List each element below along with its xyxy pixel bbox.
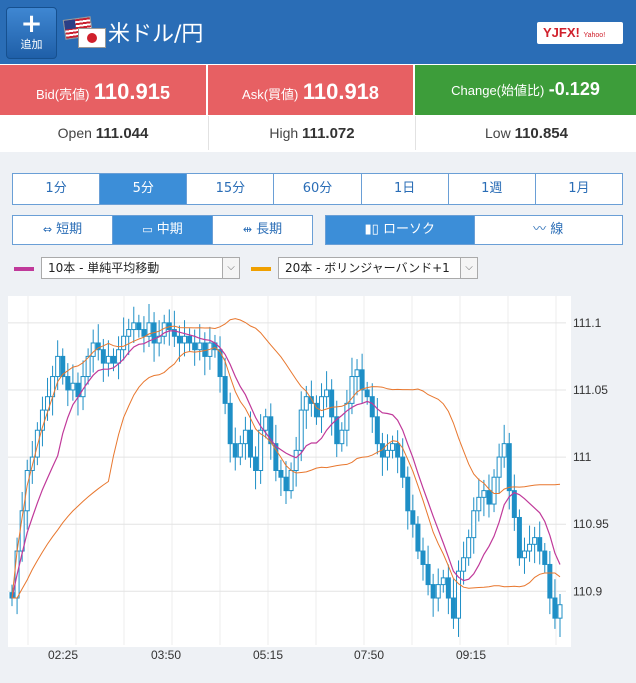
candle-body — [542, 550, 548, 565]
candle-body — [319, 396, 325, 418]
candle-body — [532, 537, 538, 545]
candle-body — [324, 389, 330, 398]
candle-body — [420, 550, 426, 565]
candle-body — [344, 402, 350, 431]
candle-body — [263, 416, 269, 431]
candle-body — [192, 342, 198, 351]
candle-body — [506, 443, 512, 492]
candle-body — [511, 490, 517, 518]
candle-body — [359, 369, 365, 391]
candle-body — [24, 470, 30, 512]
candle-body — [435, 584, 441, 599]
candle-body — [521, 550, 527, 559]
candle-body — [425, 563, 431, 586]
candle-body — [70, 382, 76, 391]
candle-body — [237, 443, 243, 458]
x-tick-label: 03:50 — [151, 648, 181, 662]
y-tick-label: 111.1 — [573, 316, 602, 330]
bollinger-upper-line — [11, 318, 561, 599]
candle-body — [55, 355, 61, 378]
candle-body — [278, 470, 284, 478]
candle-body — [283, 476, 289, 492]
y-tick-label: 111 — [573, 450, 592, 464]
chart-svg: 111.1 111.05 111 110.95 110.9 02:25 03:50 05:15… — [8, 296, 609, 662]
candle-body — [222, 376, 228, 404]
candle-body — [329, 389, 335, 418]
candle-body — [395, 443, 401, 458]
x-tick-label: 07:50 — [354, 648, 384, 662]
candle-body — [298, 409, 304, 451]
x-tick-label: 02:25 — [48, 648, 78, 662]
candle-body — [354, 369, 360, 378]
candle-body — [141, 329, 147, 337]
candle-body — [415, 523, 421, 552]
candle-body — [242, 429, 248, 445]
candle-body — [258, 429, 264, 472]
candle-body — [471, 510, 477, 539]
candle-body — [537, 537, 543, 552]
candle-body — [400, 456, 406, 478]
candle-body — [136, 322, 142, 331]
candle-body — [527, 543, 533, 552]
y-tick-label: 110.9 — [573, 584, 602, 598]
candle-body — [481, 490, 487, 498]
candle-body — [369, 396, 375, 418]
candle-body — [182, 335, 188, 344]
candle-body — [176, 335, 182, 344]
candle-body — [547, 563, 553, 599]
candle-body — [116, 349, 122, 364]
candle-body — [303, 396, 309, 411]
x-tick-label: 09:15 — [456, 648, 486, 662]
candle-body — [516, 516, 522, 559]
candle-body — [131, 322, 137, 331]
candle-body — [390, 443, 396, 451]
candle-body — [496, 456, 502, 478]
candle-body — [293, 449, 299, 472]
candle-body — [197, 342, 203, 351]
candle-body — [405, 476, 411, 512]
candle-body — [557, 604, 563, 619]
candle-body — [339, 429, 345, 445]
candle-body — [466, 537, 472, 559]
candle-body — [461, 557, 467, 572]
candle-body — [187, 335, 193, 344]
candle-body — [110, 355, 116, 364]
candle-body — [486, 490, 492, 505]
candle-body — [450, 597, 456, 619]
candle-body — [288, 470, 294, 492]
candle-body — [445, 577, 451, 599]
candle-body — [374, 416, 380, 445]
candle-body — [121, 335, 127, 351]
candle-body — [105, 355, 111, 364]
candle-body — [552, 597, 558, 619]
candle-body — [253, 456, 259, 472]
candle-body — [100, 349, 106, 364]
candle-body — [476, 496, 482, 512]
y-tick-label: 111.05 — [573, 383, 608, 397]
candle-body — [90, 342, 96, 357]
candle-body — [227, 402, 233, 445]
candle-body — [491, 476, 497, 505]
candle-body — [430, 584, 436, 599]
candle-body — [384, 449, 390, 458]
candle-body — [410, 510, 416, 525]
candle-body — [232, 443, 238, 458]
x-tick-label: 05:15 — [253, 648, 283, 662]
candle-body — [247, 429, 253, 458]
candle-body — [501, 443, 507, 458]
candle-body — [440, 577, 446, 586]
candle-body — [202, 342, 208, 357]
candle-body — [126, 329, 132, 337]
candle-body — [65, 376, 71, 391]
y-tick-label: 110.95 — [573, 517, 609, 531]
candle-body — [364, 389, 370, 398]
